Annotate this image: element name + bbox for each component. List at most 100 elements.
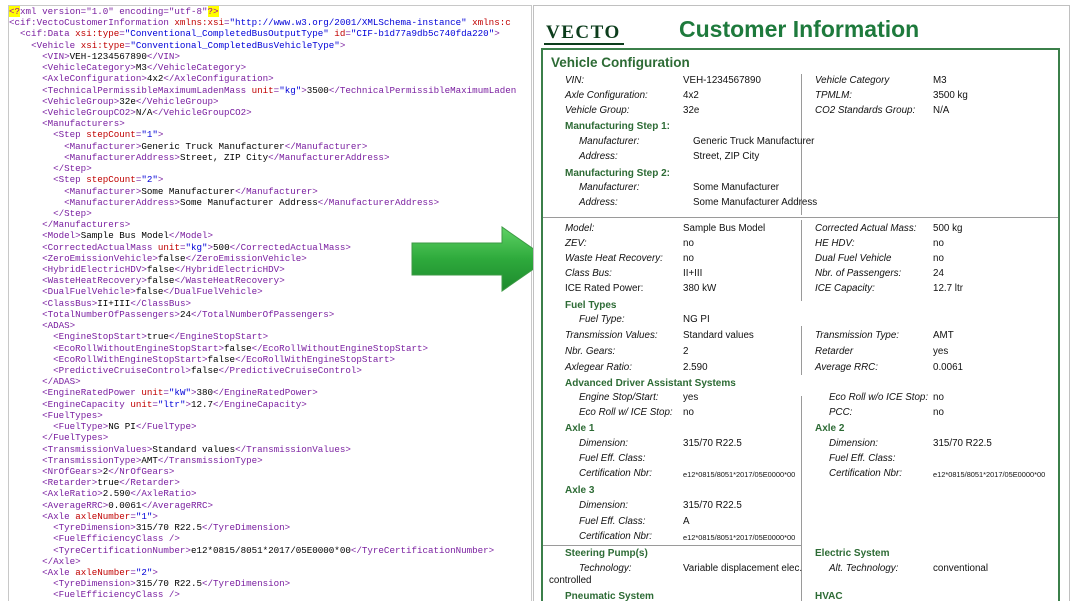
xml-token: </ManufacturerAddress> — [317, 196, 440, 208]
xml-token: N/A — [135, 106, 153, 118]
xml-token: 315/70 R22.5 — [135, 522, 202, 534]
xml-token: </DualFuelVehicle> — [163, 286, 263, 298]
xml-token: "Conventional_CompletedBusOutputType" — [124, 28, 329, 40]
xml-token — [9, 432, 42, 443]
xml-token: "Conventional_CompletedBusVehicleType" — [130, 39, 340, 51]
xml-token — [9, 107, 42, 118]
xml-token: <TyreDimension> — [53, 522, 136, 534]
xml-token: <Step — [53, 129, 87, 141]
xml-token — [9, 253, 42, 264]
xml-token — [9, 73, 42, 84]
step1-manufacturer-value: Generic Truck Manufacturer — [693, 136, 815, 147]
xml-token: <ClassBus> — [42, 297, 98, 309]
step1-address-value: Street, ZIP City — [693, 151, 760, 162]
xml-token — [9, 488, 42, 499]
xml-token: false — [207, 353, 236, 365]
fuel-types-heading: Fuel Types — [565, 300, 617, 311]
xml-token: </Manufacturer> — [235, 185, 318, 197]
xml-token — [9, 376, 42, 387]
xml-token: > — [339, 39, 346, 51]
he-hdv-value: no — [933, 238, 944, 249]
xml-token: <ADAS> — [42, 320, 76, 332]
xml-token — [9, 51, 42, 62]
model-label: Model: — [565, 223, 595, 234]
vin-value: VEH-1234567890 — [683, 75, 761, 86]
xml-line: <Manufacturer>Some Manufacturer</Manufac… — [9, 186, 531, 197]
fuel-type-value: NG PI — [683, 314, 710, 325]
xml-token: > — [152, 510, 158, 522]
manufacturing-step-1-heading: Manufacturing Step 1: — [565, 121, 671, 132]
xml-line: <TotalNumberOfPassengers>24</TotalNumber… — [9, 309, 531, 320]
xml-token: xmlns:xsi — [174, 17, 225, 29]
xml-token: <FuelEfficiencyClass /> — [53, 589, 180, 601]
transmission-values-label: Transmission Values: — [565, 330, 658, 341]
xml-token — [9, 331, 53, 342]
ice-capacity-value: 12.7 ltr — [933, 283, 963, 294]
axle1-dimension-label: Dimension: — [579, 438, 629, 449]
xml-token — [9, 578, 53, 589]
xml-token: <WasteHeatRecovery> — [42, 275, 147, 287]
axle3-certification-value: e12*0815/8051*2017/05E0000*00 — [683, 533, 796, 542]
xml-line: <Step stepCount="1"> — [9, 129, 531, 140]
xml-token: axleNumber — [75, 566, 131, 578]
average-rrc-label: Average RRC: — [815, 362, 878, 373]
axle2-certification-label: Certification Nbr: — [829, 468, 902, 479]
xml-token: 500 — [213, 241, 230, 253]
xml-token: > — [157, 129, 164, 141]
xml-token: 12.7 — [190, 398, 214, 410]
xml-line: <cif:Data xsi:type="Conventional_Complet… — [9, 28, 531, 39]
xml-line: <Step stepCount="2"> — [9, 174, 531, 185]
xml-line: <FuelType>NG PI</FuelType> — [9, 421, 531, 432]
column-divider — [801, 326, 802, 375]
xml-token: "2" — [135, 566, 153, 578]
xml-token: true — [146, 331, 169, 343]
vecto-logo: VECTO — [544, 18, 626, 45]
xml-token: "CIF-b1d77a9db5c740fda220" — [350, 28, 495, 40]
xml-token: <ManufacturerAddress> — [64, 151, 180, 163]
arrow-right-icon — [411, 226, 549, 292]
xml-token: </HybridElectricHDV> — [174, 264, 285, 276]
vehicle-configuration-heading: Vehicle Configuration — [551, 55, 690, 70]
xml-token: unit — [251, 84, 274, 96]
adas-heading: Advanced Driver Assistant Systems — [565, 378, 736, 389]
xml-token: </ClassBus> — [130, 297, 191, 309]
xml-line: <Axle axleNumber="2"> — [9, 567, 531, 578]
xml-token: </ZeroEmissionVehicle> — [185, 252, 307, 264]
dual-fuel-value: no — [933, 253, 944, 264]
xml-token — [9, 230, 42, 241]
xml-token: axleNumber — [75, 510, 131, 522]
xml-token: VEH-1234567890 — [69, 50, 147, 62]
class-bus-label: Class Bus: — [565, 268, 612, 279]
zev-value: no — [683, 238, 694, 249]
xml-token: <Axle — [42, 566, 76, 578]
xml-line: <?xml version="1.0" encoding="utf-8"?> — [9, 6, 531, 17]
document-frame: Vehicle Configuration VIN: VEH-123456789… — [541, 48, 1060, 601]
xml-line: <VIN>VEH-1234567890</VIN> — [9, 51, 531, 62]
xml-line: <EngineCapacity unit="ltr">12.7</EngineC… — [9, 399, 531, 410]
pcc-label: PCC: — [829, 407, 853, 418]
transmission-type-value: AMT — [933, 330, 954, 341]
xml-token: </FuelType> — [135, 421, 197, 433]
xml-token: false — [190, 365, 219, 376]
axle-1-heading: Axle 1 — [565, 423, 595, 434]
xml-token: <EcoRollWithEngineStopStart> — [53, 353, 208, 365]
xml-line: <FuelEfficiencyClass /> — [9, 589, 531, 600]
steering-technology-value-wrap: controlled — [549, 575, 592, 586]
xml-token: </EngineCapacity> — [213, 398, 307, 410]
xml-line: <ManufacturerAddress>Some Manufacturer A… — [9, 197, 531, 208]
xml-token: xsi:type — [80, 39, 125, 51]
axle1-certification-value: e12*0815/8051*2017/05E0000*00 — [683, 470, 796, 479]
xml-token: Standard values — [152, 443, 236, 455]
axle3-fuel-class-value: A — [683, 516, 690, 527]
xml-token: ?> — [207, 6, 219, 17]
xml-token: </AverageRRC> — [141, 499, 214, 511]
xml-line: <TyreDimension>315/70 R22.5</TyreDimensi… — [9, 522, 531, 533]
vin-label: VIN: — [565, 75, 585, 86]
xml-token: </Step> — [53, 163, 92, 175]
axle2-fuel-class-label: Fuel Eff. Class: — [829, 453, 896, 464]
xml-token — [9, 275, 42, 286]
eco-roll-without-value: no — [933, 392, 944, 403]
xml-token: </ADAS> — [42, 376, 81, 388]
xml-token: <EngineCapacity — [42, 398, 131, 410]
xml-token — [9, 186, 64, 197]
